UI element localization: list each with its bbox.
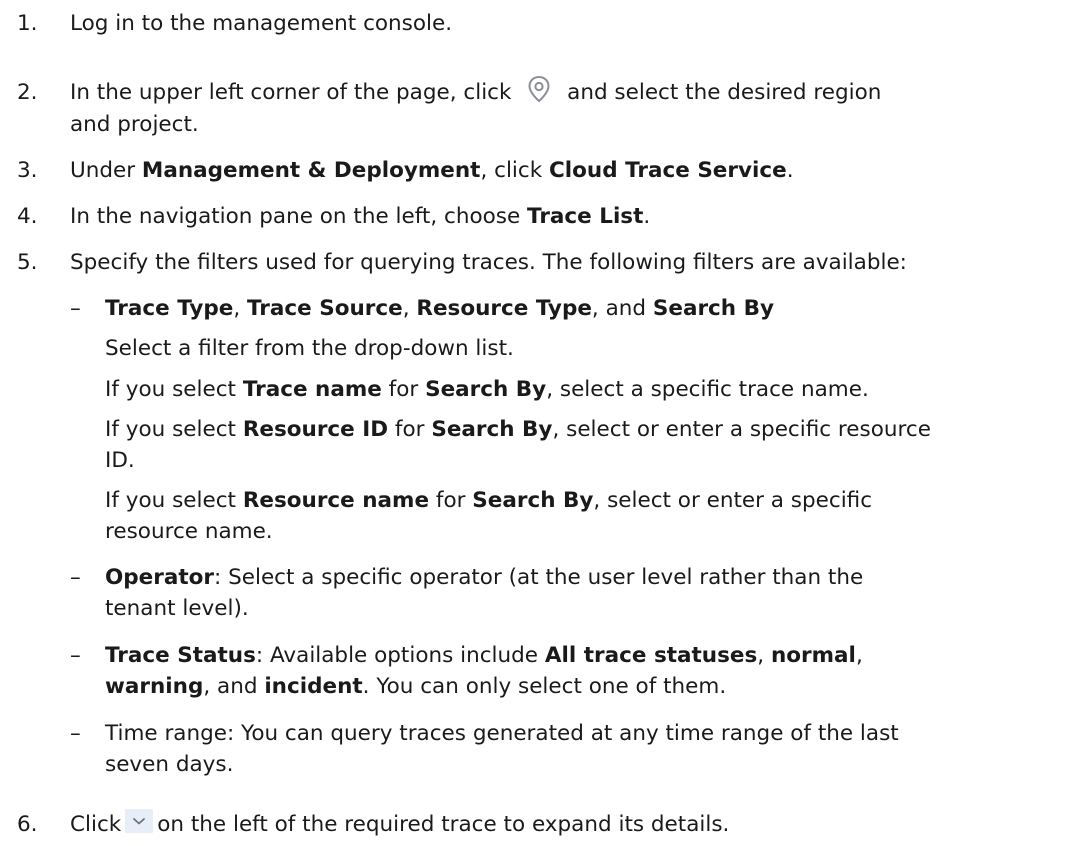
filter-paragraph-1: Select a filter from the drop-down list. [105,336,514,361]
text-run: , click [480,158,549,183]
filter-item-text: Trace Type, Trace Source, Resource Type,… [105,293,1077,324]
step-number: 5. [17,250,38,275]
step-text: Log in to the management console. [70,11,453,36]
bold-term: warning [105,674,204,699]
bold-term: All trace statuses [544,643,758,668]
text-run: , select or enter a specific resource [552,417,931,442]
step-text: In the upper left corner of the page, cl… [70,75,1075,140]
step-text: Under Management & Deployment, click Clo… [70,155,1075,186]
text-run: for [381,377,426,402]
bold-term: Trace Status [105,643,256,668]
bold-term: Resource ID [242,417,389,442]
text-run: , [233,296,247,321]
text-run: Time range: You can query traces generat… [105,721,899,746]
bold-term: Trace Type [105,296,234,321]
step-text: Specify the filters used for querying tr… [70,250,907,275]
text-run: , select or enter a specific [593,488,873,513]
bold-term: Search By [472,488,594,513]
filter-paragraph-3: If you select Resource ID for Search By,… [105,414,1077,476]
text-run: , [402,296,417,321]
text-run: . [786,158,794,183]
bold-term: Trace Source [247,296,403,321]
text-run: , select a specific trace name. [546,377,869,402]
text-run: resource name. [105,519,273,544]
text-run: seven days. [105,752,234,777]
bold-term: Cloud Trace Service [549,158,787,183]
bold-term: Search By [425,377,547,402]
text-run: , [757,643,771,668]
step-number: 2. [17,80,38,105]
bold-term: Trace name [242,377,382,402]
text-run: : Available options include [255,643,545,668]
step-number: 6. [17,812,38,837]
filter-item-text: Time range: You can query traces generat… [105,718,1077,780]
text-run: If you select [105,417,243,442]
list-dash: – [70,643,81,668]
list-dash: – [70,296,81,321]
bold-term: Operator [105,565,215,590]
document-page: 1. Log in to the management console. 2. … [0,0,1084,846]
step-text: In the navigation pane on the left, choo… [70,201,1075,232]
step-text-after-icon: on the left of the required trace to exp… [157,812,730,837]
bold-term: Search By [431,417,553,442]
text-run: tenant level). [105,596,249,621]
filter-item-text: Operator: Select a specific operator (at… [105,562,1077,624]
step-number: 4. [17,204,38,229]
bold-term: Search By [652,296,774,321]
text-run: for [429,488,473,513]
text-run: Under [70,158,142,183]
chevron-down-icon [125,809,154,833]
bold-term: incident [264,674,363,699]
text-run: : Select a specific operator (at the use… [214,565,864,590]
text-run: for [388,417,432,442]
step-text-before-icon: Click [70,812,122,837]
filter-paragraph-4: If you select Resource name for Search B… [105,485,1077,547]
text-run: ID. [105,448,135,473]
location-pin-icon [520,71,558,109]
step-text: Click on the left of the required trace t… [70,809,1075,840]
bold-term: Trace List [527,204,644,229]
text-run: . You can only select one of them. [362,674,727,699]
text-run: . [643,204,651,229]
text-run: , and [591,296,653,321]
step-text-before-icon: In the upper left corner of the page, cl… [70,80,512,105]
step-text-line2: and project. [70,112,199,137]
step-text-after-icon: and select the desired region [567,80,882,105]
step-number: 3. [17,158,38,183]
step-number: 1. [17,11,38,36]
text-run: , [855,643,863,668]
bold-term: normal [770,643,856,668]
text-run: , and [203,674,265,699]
bold-term: Resource Type [416,296,592,321]
text-run: If you select [105,488,243,513]
step-2: 2. In the upper left corner of the page,… [0,75,1084,140]
bold-term: Management & Deployment [141,158,481,183]
filter-paragraph-2: If you select Trace name for Search By, … [105,374,1077,405]
filter-item-text: Trace Status: Available options include … [105,640,1077,702]
text-run: In the navigation pane on the left, choo… [70,204,528,229]
text-run: If you select [105,377,243,402]
bold-term: Resource name [242,488,430,513]
list-dash: – [70,721,81,746]
list-dash: – [70,565,81,590]
